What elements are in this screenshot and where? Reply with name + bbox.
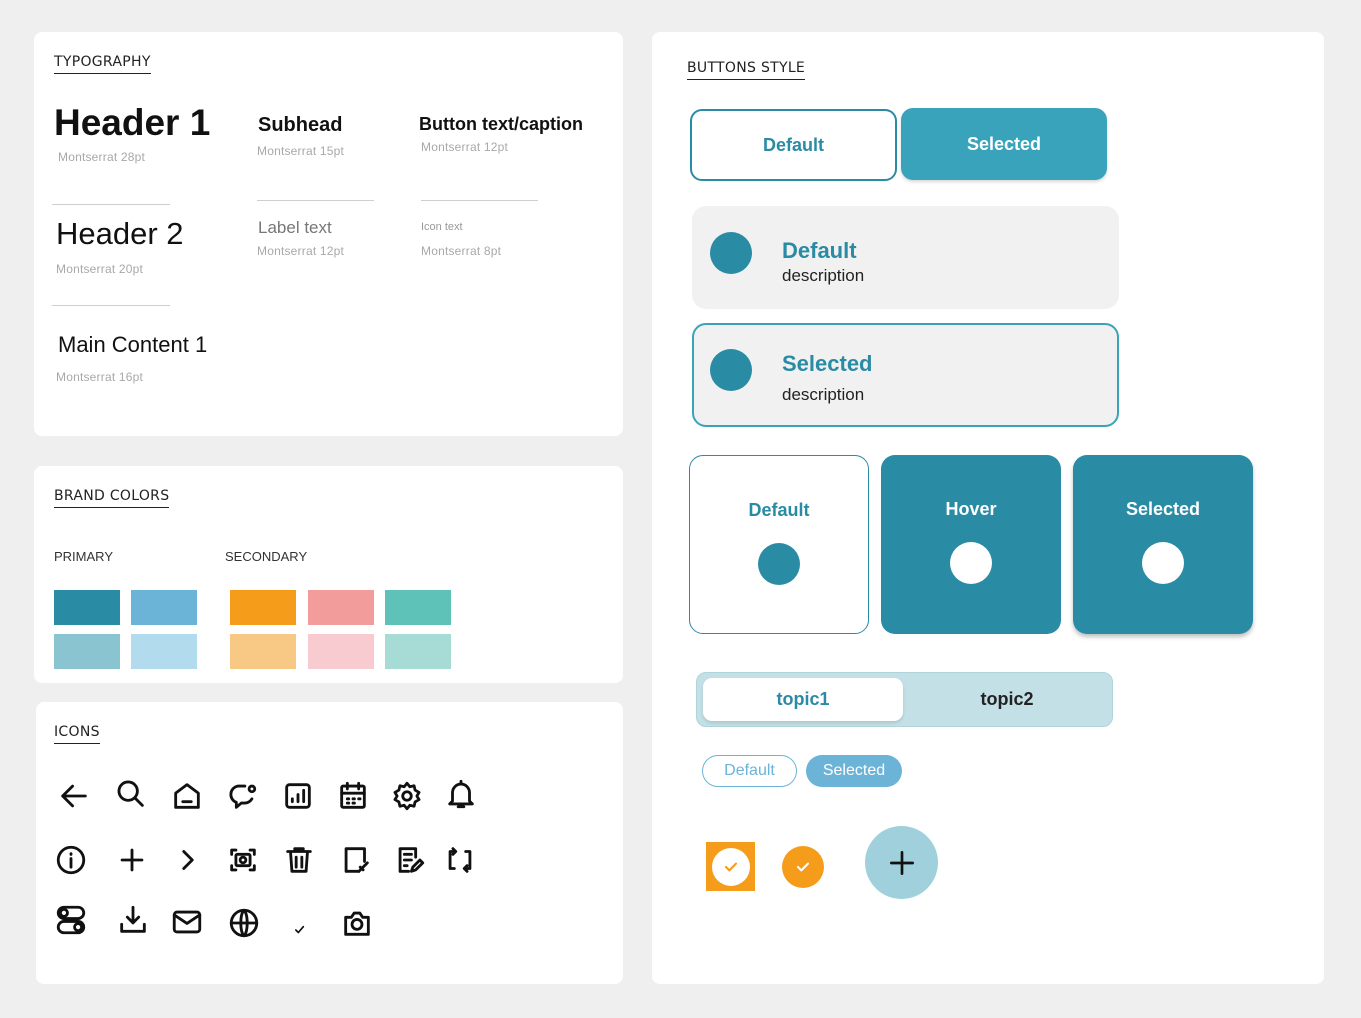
note-icon[interactable]: [338, 842, 374, 878]
primary-swatch-2: [131, 590, 197, 625]
list-option-description: description: [782, 266, 865, 285]
add-fab-button[interactable]: [865, 826, 938, 899]
secondary-swatch-4: [230, 634, 296, 669]
icons-title: ICONS: [54, 724, 100, 744]
chat-bubble-icon[interactable]: [224, 778, 260, 814]
buttons-style-panel: BUTTONS STYLE Default Selected Default d…: [652, 32, 1324, 984]
check-icon: [796, 862, 810, 872]
screenshot-icon[interactable]: [225, 842, 261, 878]
buttons-style-title: BUTTONS STYLE: [687, 60, 806, 80]
primary-label: PRIMARY: [54, 549, 113, 564]
subhead-sample: Subhead: [258, 114, 343, 136]
chevron-right-icon[interactable]: [170, 842, 206, 878]
secondary-swatch-5: [308, 634, 374, 669]
header2-sample: Header 2: [56, 216, 184, 251]
bar-chart-icon[interactable]: [280, 778, 316, 814]
tab-topic2[interactable]: topic2: [907, 678, 1107, 721]
globe-icon[interactable]: [226, 905, 262, 941]
check-icon: [724, 862, 737, 871]
card-default[interactable]: Default: [689, 455, 869, 634]
radio-dot: [710, 349, 752, 391]
secondary-label: SECONDARY: [225, 549, 308, 564]
primary-swatch-4: [131, 634, 197, 669]
chip-default[interactable]: Default: [702, 755, 797, 787]
check-icon[interactable]: [282, 912, 318, 948]
icons-panel: ICONS: [36, 702, 623, 984]
secondary-swatch-3: [385, 590, 451, 625]
list-option-title: Default: [782, 238, 857, 263]
card-dot: [1142, 542, 1184, 584]
arrow-left-icon[interactable]: [56, 778, 92, 814]
list-option-title: Selected: [782, 351, 873, 376]
plus-icon: [889, 850, 914, 875]
typography-title: TYPOGRAPHY: [54, 54, 151, 74]
icon-text-sample: Icon text: [421, 221, 463, 233]
edit-document-icon[interactable]: [392, 842, 428, 878]
list-option-default[interactable]: Default description: [692, 206, 1119, 309]
divider: [52, 204, 170, 205]
card-dot: [758, 543, 800, 585]
gear-icon[interactable]: [389, 778, 425, 814]
plus-icon[interactable]: [114, 842, 150, 878]
toggle-icon[interactable]: [53, 902, 89, 938]
trash-icon[interactable]: [281, 842, 317, 878]
brand-colors-panel: BRAND COLORS PRIMARY SECONDARY: [34, 466, 623, 683]
checkbox-square[interactable]: [706, 842, 755, 891]
repeat-icon[interactable]: [442, 842, 478, 878]
tab-topic1[interactable]: topic1: [703, 678, 903, 721]
brand-colors-title: BRAND COLORS: [54, 488, 170, 508]
secondary-swatch-1: [230, 590, 296, 625]
card-selected[interactable]: Selected: [1073, 455, 1253, 634]
list-option-selected[interactable]: Selected description: [692, 323, 1119, 427]
card-hover[interactable]: Hover: [881, 455, 1061, 634]
main-content-meta: Montserrat 16pt: [56, 370, 144, 384]
icon-text-meta: Montserrat 8pt: [421, 244, 502, 258]
primary-swatch-3: [54, 634, 120, 669]
bell-icon[interactable]: [443, 776, 479, 812]
divider: [257, 200, 374, 201]
card-label: Hover: [945, 499, 997, 519]
info-icon[interactable]: [53, 842, 89, 878]
download-icon[interactable]: [115, 902, 151, 938]
typography-panel: TYPOGRAPHY Header 1 Montserrat 28pt Subh…: [34, 32, 623, 436]
card-label: Selected: [1125, 499, 1201, 519]
default-button[interactable]: Default: [690, 109, 897, 181]
calendar-icon[interactable]: [335, 778, 371, 814]
camera-icon[interactable]: [339, 905, 375, 941]
chip-selected[interactable]: Selected: [806, 755, 902, 787]
label-text-sample: Label text: [258, 218, 332, 237]
selected-button[interactable]: Selected: [901, 108, 1107, 180]
subhead-meta: Montserrat 15pt: [257, 144, 345, 158]
button-text-meta: Montserrat 12pt: [421, 140, 509, 154]
primary-swatch-1: [54, 590, 120, 625]
mail-icon[interactable]: [169, 904, 205, 940]
header2-meta: Montserrat 20pt: [56, 262, 144, 276]
check-circle: [711, 847, 750, 886]
list-option-description: description: [782, 385, 865, 404]
tab-switch: topic1 topic2: [696, 672, 1113, 727]
button-text-sample: Button text/caption: [419, 114, 583, 134]
search-icon[interactable]: [113, 776, 149, 812]
divider: [421, 200, 538, 201]
secondary-swatch-2: [308, 590, 374, 625]
secondary-swatch-6: [385, 634, 451, 669]
checkbox-round[interactable]: [782, 846, 824, 888]
home-icon[interactable]: [169, 778, 205, 814]
header1-meta: Montserrat 28pt: [58, 150, 146, 164]
radio-dot: [710, 232, 752, 274]
header1-sample: Header 1: [54, 102, 211, 143]
label-text-meta: Montserrat 12pt: [257, 244, 345, 258]
divider: [52, 305, 170, 306]
card-label: Default: [748, 500, 810, 520]
main-content-sample: Main Content 1: [58, 332, 208, 357]
card-dot: [950, 542, 992, 584]
